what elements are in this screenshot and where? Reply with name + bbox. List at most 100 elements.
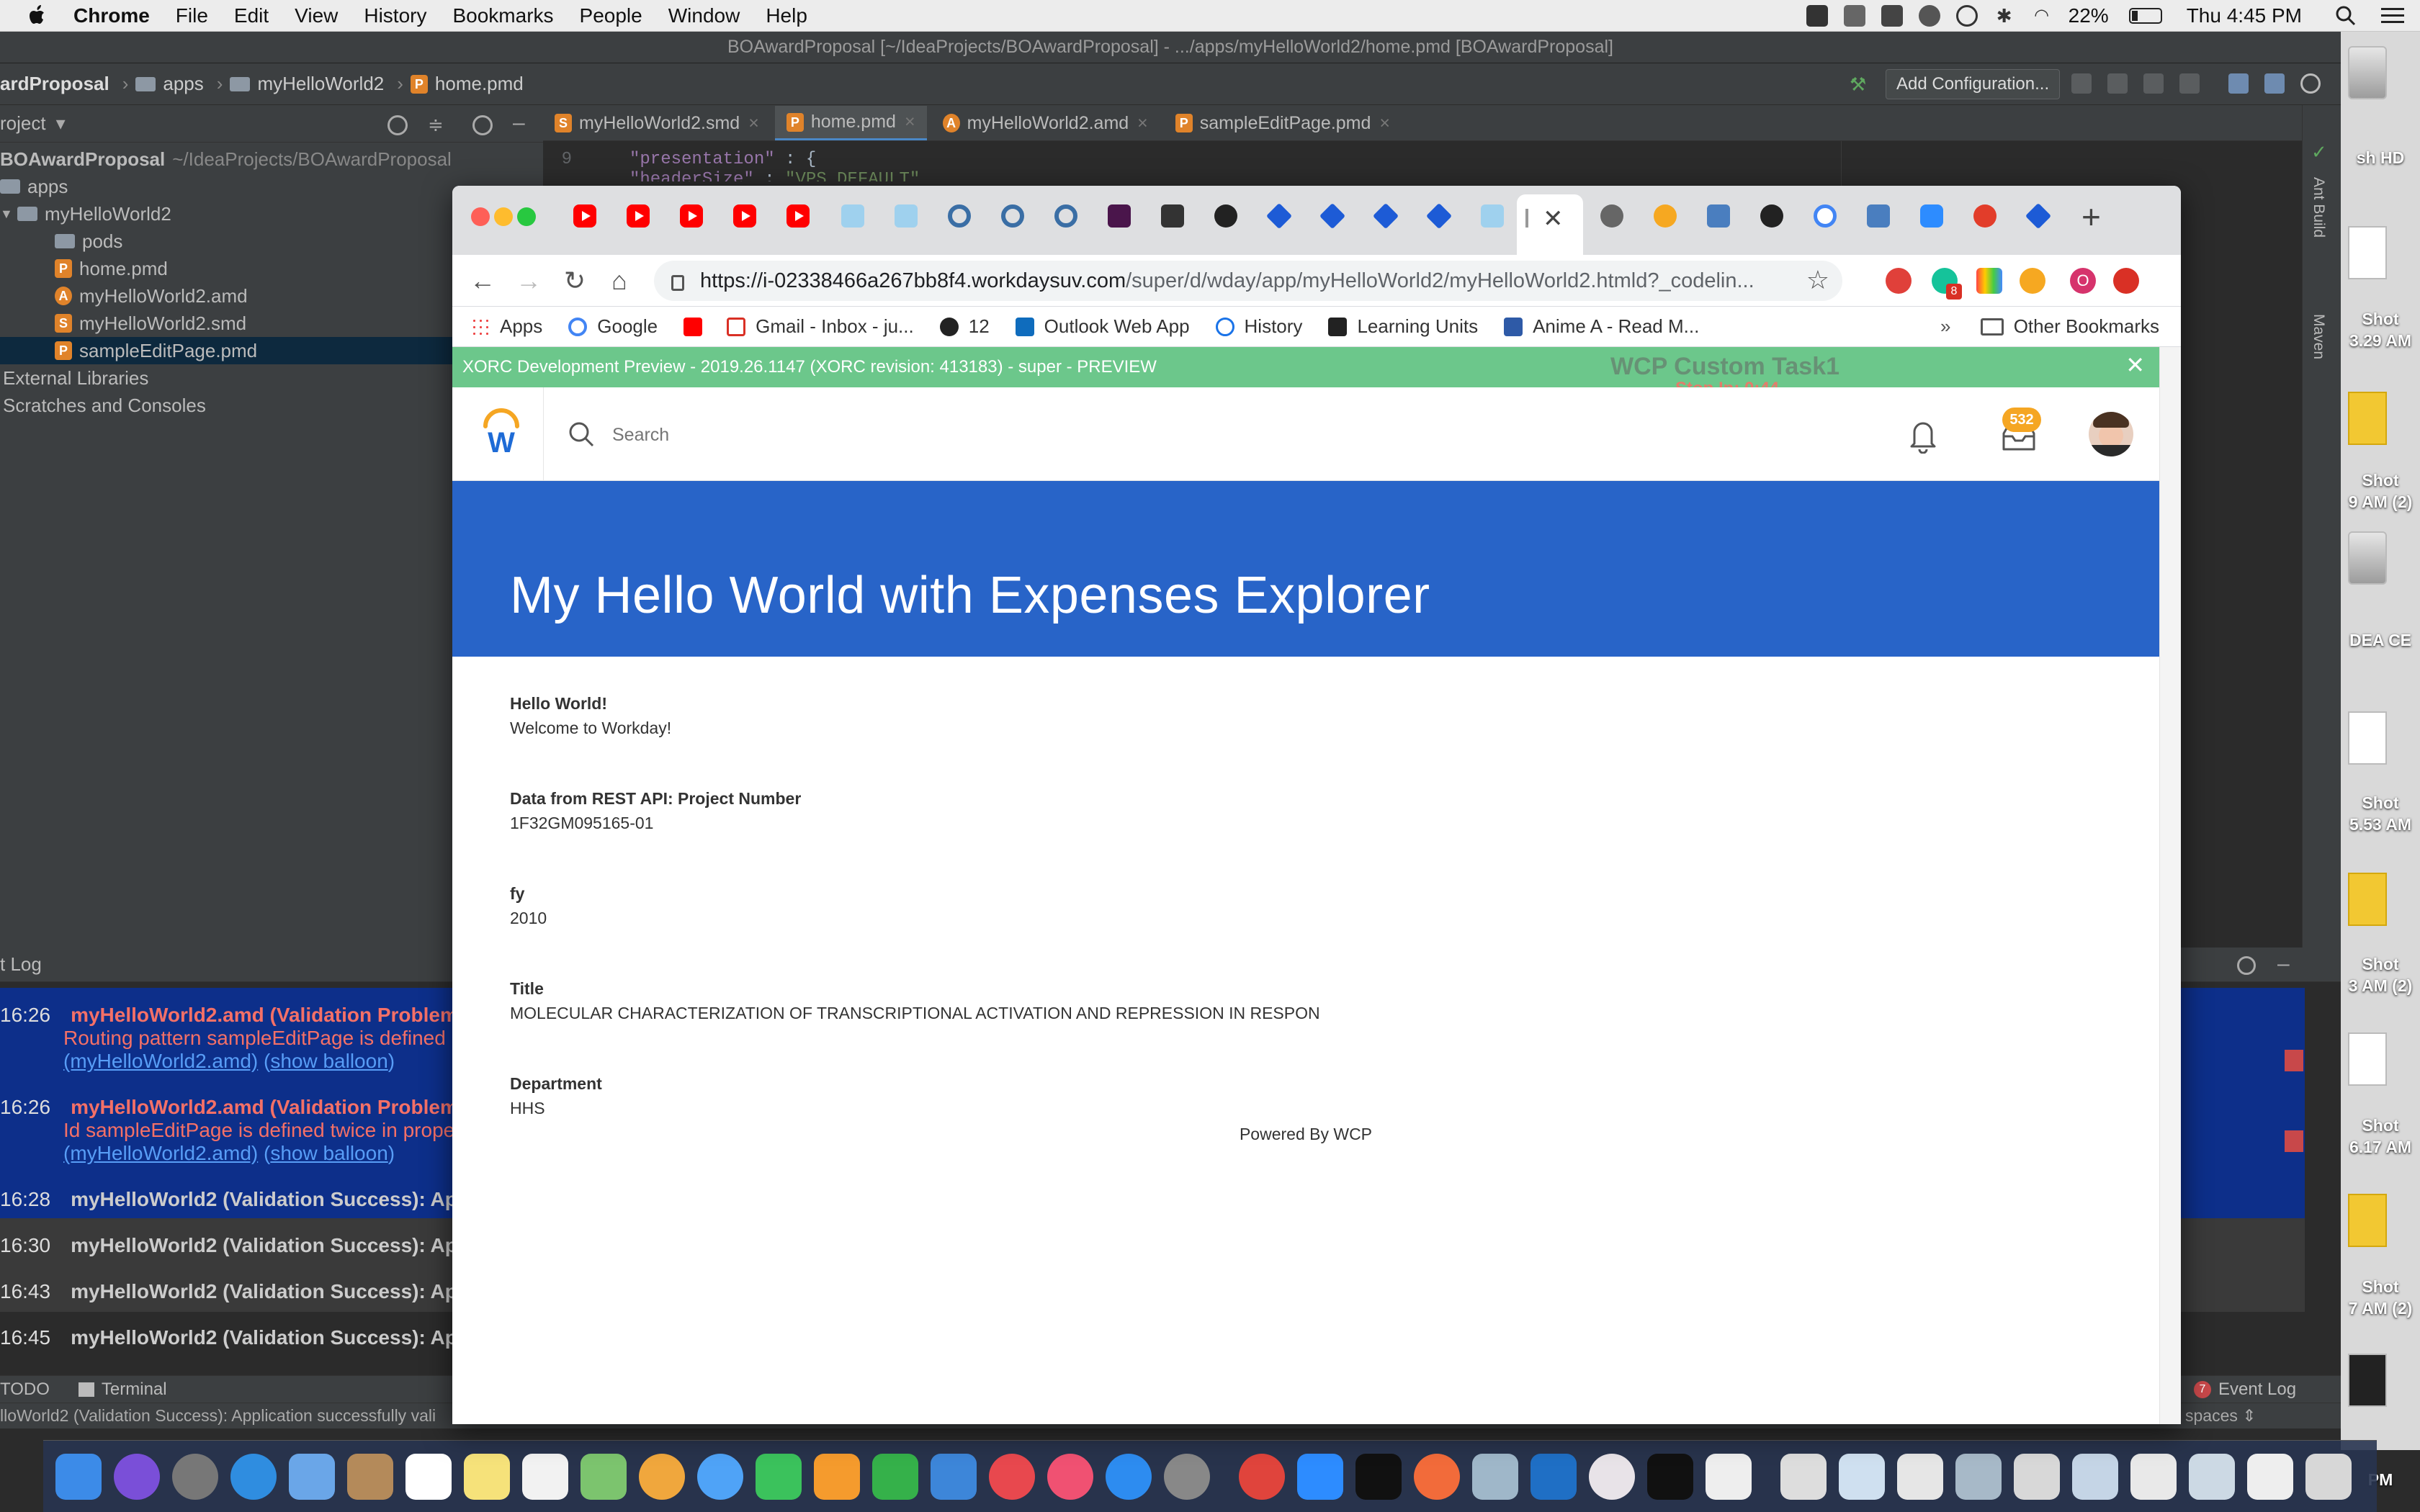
zoom-icon[interactable]: [1297, 1453, 1343, 1500]
chevron-down-icon[interactable]: ▼: [0, 207, 17, 222]
tab-spotify-icon[interactable]: [1760, 204, 1783, 228]
battery-icon[interactable]: [2128, 8, 2162, 24]
breadcrumb-apps[interactable]: apps: [135, 73, 204, 95]
tab-youtube-icon[interactable]: [786, 204, 810, 228]
reminders-icon[interactable]: [522, 1453, 568, 1500]
tab-spotify-icon[interactable]: [1214, 204, 1237, 228]
window-minimize-button[interactable]: [494, 207, 513, 226]
chrome-icon[interactable]: [1239, 1453, 1285, 1500]
bookmark-12[interactable]: 12: [939, 315, 990, 338]
tab-cube-icon[interactable]: [895, 204, 918, 228]
build-hammer-icon[interactable]: ⚒: [1850, 73, 1871, 95]
window-icon[interactable]: [2264, 73, 2285, 94]
thumbnail-icon[interactable]: [1897, 1453, 1943, 1500]
desktop-item-label[interactable]: sh HD: [2341, 147, 2420, 168]
error-marker[interactable]: [2285, 1130, 2303, 1152]
screenshot-file-icon[interactable]: [2348, 873, 2387, 926]
pages-icon[interactable]: [814, 1453, 860, 1500]
app-store-icon[interactable]: [1106, 1453, 1152, 1500]
chevron-down-icon[interactable]: ▾: [56, 112, 66, 135]
lock-icon[interactable]: [671, 275, 684, 291]
bookmarks-overflow-button[interactable]: »: [1940, 315, 1950, 338]
show-balloon-link[interactable]: show balloon: [270, 1050, 387, 1072]
other-bookmarks[interactable]: Other Bookmarks: [1980, 315, 2159, 338]
tab-globe-icon[interactable]: [1600, 204, 1623, 228]
bookmark-apps[interactable]: Apps: [471, 315, 542, 338]
page-scrollbar[interactable]: [2159, 347, 2181, 1424]
todo-tool-button[interactable]: TODO: [0, 1380, 50, 1400]
tab-ring-icon[interactable]: [1054, 204, 1077, 228]
bookmark-history[interactable]: History: [1215, 315, 1302, 338]
tab-confluence-icon[interactable]: [1372, 202, 1399, 230]
reload-button[interactable]: ↻: [560, 266, 589, 295]
photos-icon[interactable]: [639, 1453, 685, 1500]
screenshot-file-icon[interactable]: [2348, 1194, 2387, 1247]
close-icon[interactable]: ×: [1379, 113, 1390, 134]
thumbnail-icon[interactable]: [2014, 1453, 2060, 1500]
adblock-extension-icon[interactable]: [1886, 268, 1912, 294]
safari-icon[interactable]: [230, 1453, 277, 1500]
notification-center-icon[interactable]: [2381, 6, 2404, 26]
video-tray-icon[interactable]: [1806, 5, 1828, 27]
accessibility-tray-icon[interactable]: [1955, 5, 1978, 27]
siri-icon[interactable]: [114, 1453, 160, 1500]
tab-youtube-icon[interactable]: [680, 204, 703, 228]
editor-tab-amd[interactable]: AmyHelloWorld2.amd ×: [931, 106, 1160, 140]
tab-confluence-icon[interactable]: [1425, 202, 1453, 230]
error-marker[interactable]: [2285, 1050, 2303, 1071]
maven-tool-tab[interactable]: Maven: [2310, 314, 2327, 359]
address-bar[interactable]: https://i-02338466a267bb8f4.workdaysuv.c…: [654, 261, 1842, 301]
thumbnail-icon[interactable]: [2189, 1453, 2235, 1500]
search-icon[interactable]: [568, 420, 595, 448]
menu-people[interactable]: People: [580, 4, 642, 27]
notes-icon[interactable]: [464, 1453, 510, 1500]
tab-confluence-icon[interactable]: [1319, 202, 1346, 230]
wifi-tray-icon[interactable]: ◠: [2031, 5, 2053, 27]
hide-panel-icon[interactable]: –: [513, 111, 525, 135]
hide-panel-icon[interactable]: –: [2277, 952, 2290, 976]
desktop-item-label[interactable]: Shot: [2341, 1276, 2420, 1297]
desktop-item-label[interactable]: Shot: [2341, 953, 2420, 975]
keynote-icon[interactable]: [931, 1453, 977, 1500]
calendar-icon[interactable]: [405, 1453, 452, 1500]
window-close-button[interactable]: [471, 207, 490, 226]
close-icon[interactable]: ×: [1137, 113, 1148, 134]
tab-cube-icon[interactable]: [841, 204, 864, 228]
project-panel-title[interactable]: roject: [0, 112, 46, 135]
maps-icon[interactable]: [581, 1453, 627, 1500]
profile-avatar[interactable]: O: [2070, 268, 2096, 294]
thumbnail-icon[interactable]: [2247, 1453, 2293, 1500]
thumbnail-icon[interactable]: [1955, 1453, 2002, 1500]
breadcrumb-app[interactable]: myHelloWorld2: [230, 73, 384, 95]
workday-extension-icon[interactable]: [2020, 268, 2045, 294]
bookmark-star-icon[interactable]: ☆: [1806, 265, 1829, 295]
slack-icon[interactable]: [1589, 1453, 1635, 1500]
user-avatar[interactable]: [2089, 412, 2133, 456]
menu-edit[interactable]: Edit: [234, 4, 269, 27]
tab-confluence-icon[interactable]: [1265, 202, 1293, 230]
outlook-icon[interactable]: [1531, 1453, 1577, 1500]
desktop-item-label[interactable]: 3 AM (2): [2341, 975, 2420, 996]
tree-root[interactable]: BOAwardProposal ~/IdeaProjects/BOAwardPr…: [0, 145, 543, 173]
desktop-item-label[interactable]: Shot: [2341, 1115, 2420, 1136]
tab-slack-icon[interactable]: [1108, 204, 1131, 228]
numbers-icon[interactable]: [872, 1453, 918, 1500]
facetime-icon[interactable]: [756, 1453, 802, 1500]
messages-icon[interactable]: [697, 1453, 743, 1500]
close-icon[interactable]: ✕: [2125, 351, 2145, 379]
sync-tray-icon[interactable]: [1918, 5, 1940, 27]
news-icon[interactable]: [989, 1453, 1035, 1500]
apple-icon[interactable]: [27, 4, 48, 27]
app-file-icon[interactable]: [2348, 531, 2387, 585]
thumbnail-icon[interactable]: [2072, 1453, 2118, 1500]
menu-window[interactable]: Window: [668, 4, 740, 27]
tab-youtube-icon[interactable]: [733, 204, 756, 228]
menu-app-name[interactable]: Chrome: [73, 4, 150, 27]
bookmark-anime[interactable]: Anime A - Read M...: [1504, 315, 1699, 338]
desktop-item-label[interactable]: Shot: [2341, 308, 2420, 330]
window-zoom-button[interactable]: [517, 207, 536, 226]
close-icon[interactable]: ×: [905, 112, 915, 132]
indent-setting[interactable]: spaces ⇕: [2185, 1406, 2257, 1426]
thumbnail-icon[interactable]: [1839, 1453, 1885, 1500]
tab-confluence-icon[interactable]: [2025, 202, 2052, 230]
